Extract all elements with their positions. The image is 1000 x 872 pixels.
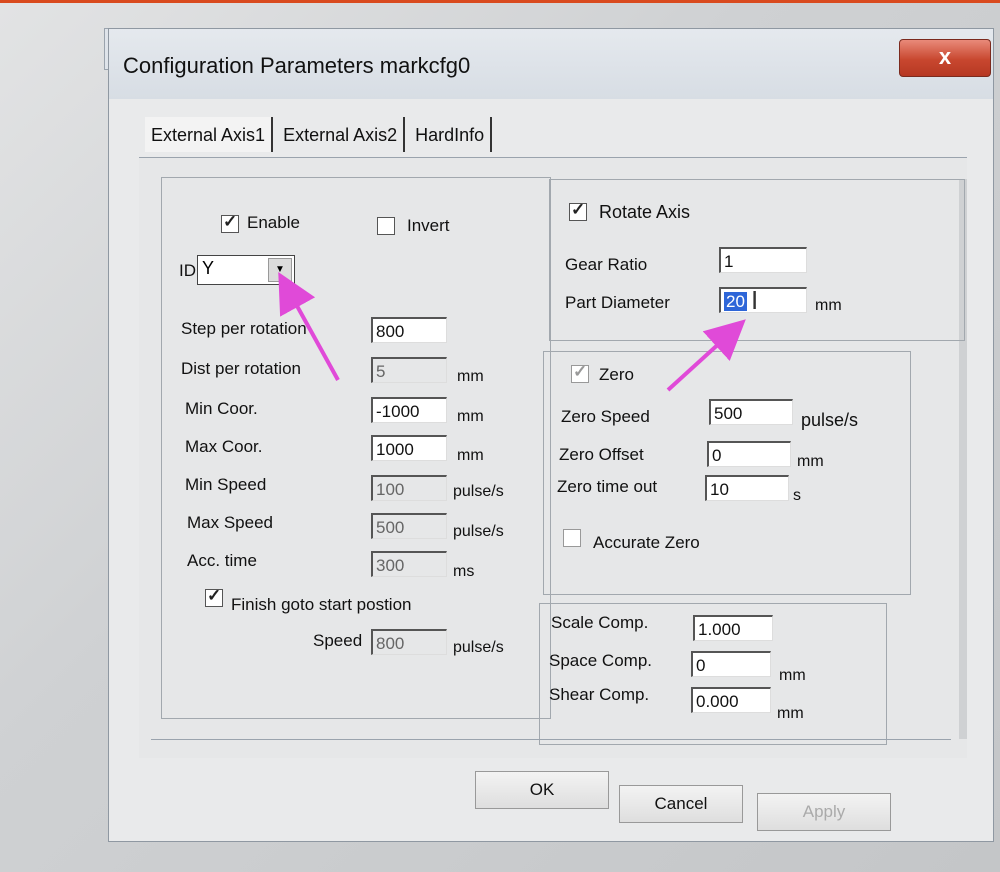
min-coor-input[interactable]: -1000: [371, 397, 447, 423]
id-select[interactable]: Y ▼: [197, 255, 295, 285]
zero-checkbox[interactable]: [571, 362, 589, 383]
tab-external-axis2[interactable]: External Axis2: [277, 117, 406, 152]
close-button[interactable]: x: [899, 39, 991, 77]
id-label: ID: [179, 261, 196, 280]
step-per-rotation-input[interactable]: 800: [371, 317, 447, 343]
part-diameter-selected-text: 20: [724, 292, 747, 311]
tab-external-axis1[interactable]: External Axis1: [145, 117, 274, 152]
dialog-titlebar: Configuration Parameters markcfg0 x: [109, 29, 993, 99]
unit-zero-speed: pulse/s: [801, 410, 859, 430]
unit-min-speed: pulse/s: [453, 483, 504, 500]
zero-time-out-label: Zero time out: [557, 477, 658, 496]
label-acc-time: Acc. time: [187, 551, 257, 570]
label-min-speed: Min Speed: [185, 475, 267, 494]
rotate-axis-checkbox[interactable]: [569, 200, 587, 221]
id-select-value: Y: [202, 258, 215, 278]
accurate-zero-label: Accurate Zero: [593, 533, 700, 552]
scale-comp-label: Scale Comp.: [551, 613, 649, 632]
zero-speed-label: Zero Speed: [561, 407, 650, 426]
unit-max-speed: pulse/s: [453, 523, 504, 540]
dist-per-rotation-input[interactable]: 5: [371, 357, 447, 383]
part-diameter-input[interactable]: 20: [719, 287, 807, 313]
label-dist-per-rotation: Dist per rotation: [181, 359, 301, 378]
accurate-zero-checkbox[interactable]: [563, 529, 581, 547]
dialog-title: Configuration Parameters markcfg0: [123, 53, 471, 78]
acc-time-input[interactable]: 300: [371, 551, 447, 577]
invert-checkbox[interactable]: [377, 217, 395, 235]
enable-label: Enable: [247, 213, 300, 232]
part-diameter-label: Part Diameter: [565, 293, 670, 312]
label-step-per-rotation: Step per rotation: [181, 319, 307, 338]
max-coor-input[interactable]: 1000: [371, 435, 447, 461]
label-max-speed: Max Speed: [187, 513, 273, 532]
label-max-coor: Max Coor.: [185, 437, 263, 456]
unit-shear-comp: mm: [777, 705, 804, 722]
space-comp-input[interactable]: 0: [691, 651, 771, 677]
config-dialog: Configuration Parameters markcfg0 x Exte…: [108, 28, 994, 842]
speed-input[interactable]: 800: [371, 629, 447, 655]
min-speed-input[interactable]: 100: [371, 475, 447, 501]
space-comp-label: Space Comp.: [549, 651, 652, 670]
unit-dist-per-rotation: mm: [457, 368, 484, 385]
shear-comp-input[interactable]: 0.000: [691, 687, 771, 713]
text-cursor-icon: I: [751, 285, 759, 315]
unit-space-comp: mm: [779, 667, 806, 684]
max-speed-input[interactable]: 500: [371, 513, 447, 539]
chevron-down-icon[interactable]: ▼: [268, 258, 292, 282]
finish-goto-checkbox[interactable]: [205, 586, 223, 607]
tab-strip: External Axis1 External Axis2 HardInfo: [145, 117, 496, 152]
cancel-button[interactable]: Cancel: [619, 785, 743, 823]
zero-offset-input[interactable]: 0: [707, 441, 791, 467]
speed-label: Speed: [313, 631, 363, 650]
label-min-coor: Min Coor.: [185, 399, 258, 418]
zero-label: Zero: [599, 365, 634, 384]
apply-button[interactable]: Apply: [757, 793, 891, 831]
unit-max-coor: mm: [457, 447, 484, 464]
invert-label: Invert: [407, 216, 450, 235]
tab-hardinfo[interactable]: HardInfo: [409, 117, 493, 152]
gear-ratio-label: Gear Ratio: [565, 255, 648, 274]
rotate-axis-label: Rotate Axis: [599, 202, 691, 222]
unit-min-coor: mm: [457, 408, 484, 425]
zero-offset-label: Zero Offset: [559, 445, 644, 464]
shear-comp-label: Shear Comp.: [549, 685, 650, 704]
finish-goto-label: Finish goto start postion: [231, 595, 412, 614]
enable-checkbox[interactable]: [221, 212, 239, 233]
unit-zero-time-out: s: [793, 487, 801, 504]
footer-divider: [151, 739, 951, 740]
gear-ratio-input[interactable]: 1: [719, 247, 807, 273]
unit-zero-offset: mm: [797, 453, 824, 470]
unit-acc-time: ms: [453, 563, 475, 580]
unit-speed: pulse/s: [453, 639, 504, 656]
ok-button[interactable]: OK: [475, 771, 609, 809]
unit-part-diameter: mm: [815, 297, 842, 314]
zero-speed-input[interactable]: 500: [709, 399, 793, 425]
zero-time-out-input[interactable]: 10: [705, 475, 789, 501]
scale-comp-input[interactable]: 1.000: [693, 615, 773, 641]
zero-group: [543, 351, 911, 595]
